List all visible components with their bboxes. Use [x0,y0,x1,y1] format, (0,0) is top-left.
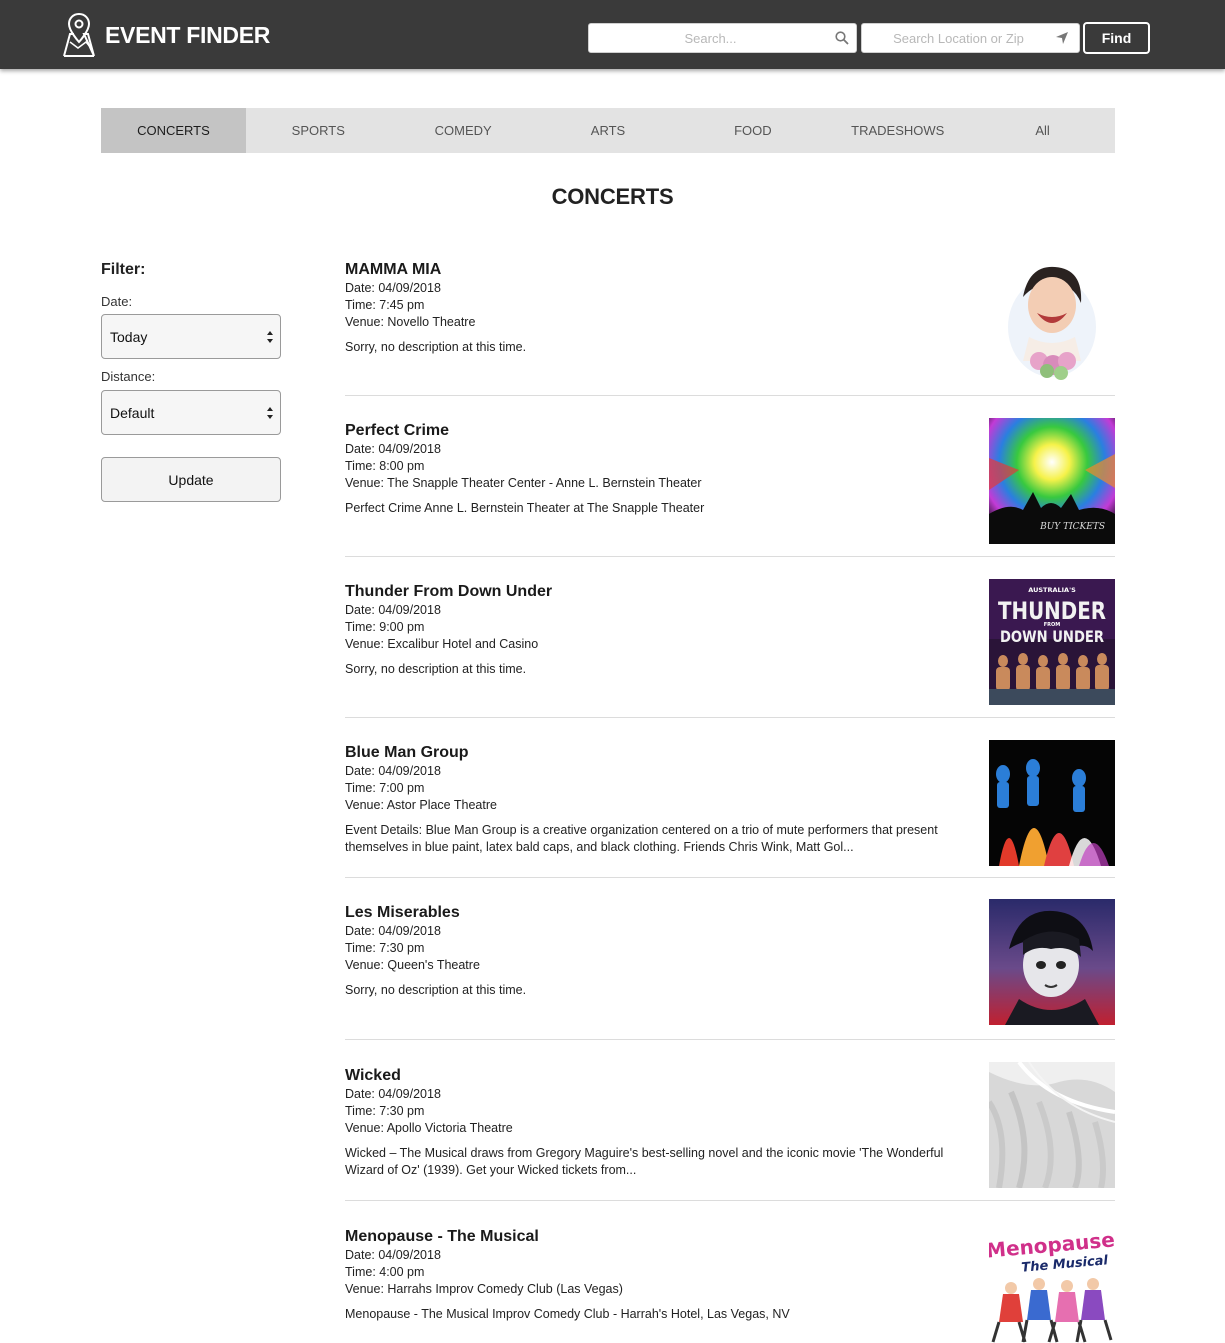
divider [345,1039,1115,1040]
divider [345,395,1115,396]
thunder-bottom-text: DOWN UNDER [1000,627,1104,646]
date-label: Date: [101,294,133,309]
event-image-les-mis[interactable] [989,899,1115,1025]
search-input[interactable] [589,24,856,52]
distance-select-value: Default [110,404,155,421]
buy-tickets-text: BUY TICKETS [1039,522,1105,532]
event-image-menopause[interactable]: Menopause The Musical [989,1222,1115,1343]
map-pin-icon [63,12,95,57]
event-description: Event Details: Blue Man Group is a creat… [345,823,938,854]
event-image-perfect-crime[interactable]: BUY TICKETS [989,418,1115,544]
search-box[interactable] [588,23,857,53]
tab-food[interactable]: FOOD [680,108,825,153]
thunder-top-text: AUSTRALIA'S [1028,586,1076,594]
event-image-blue-man[interactable] [989,740,1115,866]
event-description: Sorry, no description at this time. [345,662,527,676]
filter-title: Filter: [101,261,146,278]
tab-concerts[interactable]: CONCERTS [101,108,246,153]
location-input[interactable] [862,24,1079,52]
tab-comedy[interactable]: COMEDY [391,108,536,153]
event-description: Menopause - The Musical Improv Comedy Cl… [345,1307,790,1321]
distance-select[interactable]: Default [101,390,281,435]
location-box[interactable] [861,23,1080,53]
select-arrows-icon [267,407,273,419]
divider [345,877,1115,878]
brand-logo[interactable]: EVENT FINDER [62,12,270,58]
tab-sports[interactable]: SPORTS [246,108,391,153]
select-arrows-icon [267,331,273,343]
event-image-wicked[interactable] [989,1062,1115,1188]
event-image-thunder[interactable]: AUSTRALIA'S THUNDER FROM DOWN UNDER [989,579,1115,705]
date-select-value: Today [110,328,148,345]
search-icon[interactable] [835,31,849,45]
event-description: Wicked – The Musical draws from Gregory … [345,1146,944,1177]
find-button[interactable]: Find [1083,22,1150,54]
event-description: Sorry, no description at this time. [345,340,527,354]
top-navbar: EVENT FINDER Find [0,0,1225,69]
divider [345,1200,1115,1201]
divider [345,556,1115,557]
category-tabs: CONCERTS SPORTS COMEDY ARTS FOOD TRADESH… [101,108,1115,153]
location-arrow-icon[interactable] [1055,31,1069,45]
tab-all[interactable]: All [970,108,1115,153]
event-description: Sorry, no description at this time. [345,983,527,997]
event-description: Perfect Crime Anne L. Bernstein Theater … [345,501,705,515]
date-select[interactable]: Today [101,314,281,359]
update-button[interactable]: Update [101,457,281,502]
page-title: CONCERTS [551,184,674,209]
tab-arts[interactable]: ARTS [536,108,681,153]
thunder-main-text: THUNDER [998,597,1106,625]
distance-label: Distance: [101,369,156,384]
tab-tradeshows[interactable]: TRADESHOWS [825,108,970,153]
brand-name: EVENT FINDER [105,21,271,48]
event-image-mamma-mia[interactable] [989,257,1115,383]
divider [345,717,1115,718]
